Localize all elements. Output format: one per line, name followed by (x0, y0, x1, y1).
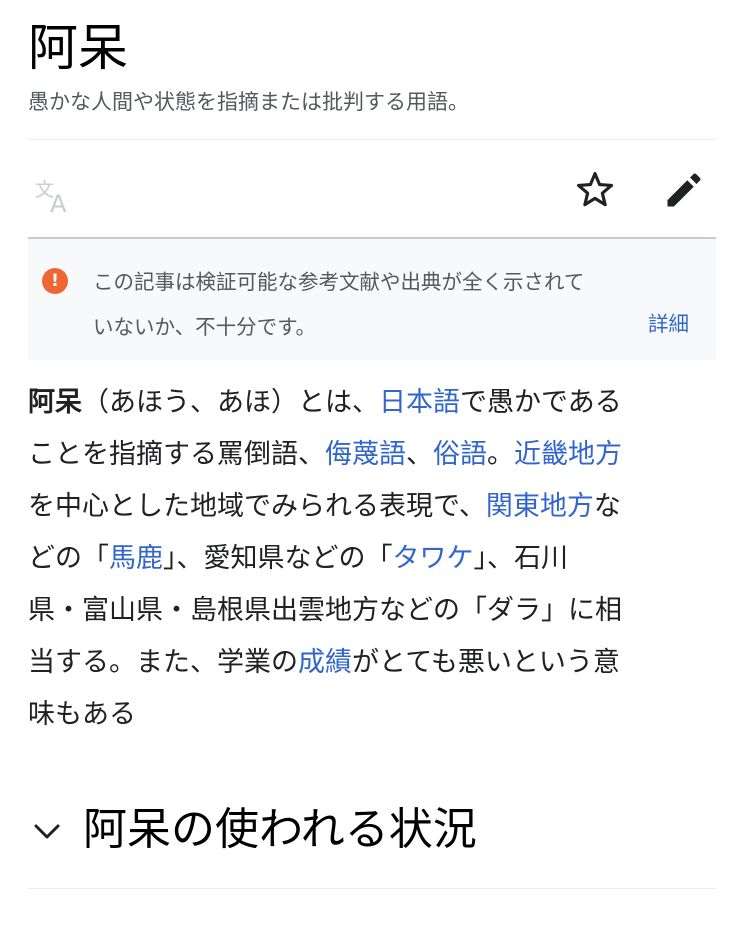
text-span: 味もある (28, 699, 136, 730)
notice-more-link[interactable]: 詳細 (648, 302, 689, 347)
page-title: 阿呆 (28, 19, 128, 77)
term-bold: 阿呆 (28, 387, 82, 418)
exclamation-icon: ! (42, 268, 68, 294)
text-span: を中心とした地域でみられる表現で、 (28, 491, 486, 522)
text-span: 」、石川 (473, 543, 569, 574)
link-nihongo[interactable]: 日本語 (379, 387, 460, 418)
paragraph-line: ことを指摘する罵倒語、侮蔑語、俗語。近畿地方 (28, 429, 718, 481)
text-span: 当する。また、学業の (28, 647, 298, 678)
link-kinki-chiho[interactable]: 近畿地方 (514, 439, 622, 470)
text-span: （あほう、あほ）とは、 (82, 387, 379, 418)
paragraph-line: 味もある (28, 689, 718, 741)
pencil-icon[interactable] (662, 168, 706, 212)
section-title: 阿呆の使われる状況 (83, 804, 477, 855)
paragraph-line: 当する。また、学業の成績がとても悪いという意 (28, 637, 718, 689)
paragraph-line: を中心とした地域でみられる表現で、関東地方な (28, 481, 718, 533)
link-tawake[interactable]: タワケ (393, 543, 474, 574)
text-span: で愚かである (460, 387, 622, 418)
chevron-down-icon (32, 816, 62, 846)
notice-line-2: いないか、不十分です。 (93, 315, 317, 339)
text-span: 。 (487, 439, 514, 470)
link-zokugo[interactable]: 俗語 (433, 439, 487, 470)
notice-line-1: この記事は検証可能な参考文献や出典が全く示されて (93, 270, 585, 294)
text-span: がとても悪いという意 (352, 647, 620, 678)
text-span: どの「 (28, 543, 109, 574)
svg-text:A: A (50, 190, 67, 216)
section-divider (28, 888, 716, 889)
star-icon[interactable] (574, 169, 616, 211)
link-baka[interactable]: 馬鹿 (109, 543, 163, 574)
page-description: 愚かな人間や状態を指摘または批判する用語。 (28, 90, 469, 114)
link-bubetsugo[interactable]: 侮蔑語 (325, 439, 406, 470)
text-span: 県・富山県・島根県出雲地方などの「ダラ」に相 (28, 595, 622, 626)
text-span: ことを指摘する罵倒語、 (28, 439, 325, 470)
text-span: 」、愛知県などの「 (163, 543, 393, 574)
text-span: な (593, 491, 621, 522)
text-span: 、 (406, 439, 433, 470)
section-heading-toggle[interactable]: 阿呆の使われる状況 (28, 796, 716, 866)
article-body: 阿呆（あほう、あほ）とは、日本語で愚かである ことを指摘する罵倒語、侮蔑語、俗語… (28, 377, 718, 741)
paragraph-line: どの「馬鹿」、愛知県などの「タワケ」、石川 (28, 533, 718, 585)
title-divider (28, 139, 716, 140)
ambox-notice: ! この記事は検証可能な参考文献や出典が全く示されて いないか、不十分です。 詳… (28, 239, 716, 360)
notice-message: この記事は検証可能な参考文献や出典が全く示されて いないか、不十分です。 (93, 260, 693, 350)
translate-icon[interactable]: 文 A (33, 176, 77, 218)
paragraph-line: 県・富山県・島根県出雲地方などの「ダラ」に相 (28, 585, 718, 637)
paragraph-line: 阿呆（あほう、あほ）とは、日本語で愚かである (28, 377, 718, 429)
link-seiseki[interactable]: 成績 (298, 647, 352, 678)
link-kanto-chiho[interactable]: 関東地方 (486, 491, 594, 522)
